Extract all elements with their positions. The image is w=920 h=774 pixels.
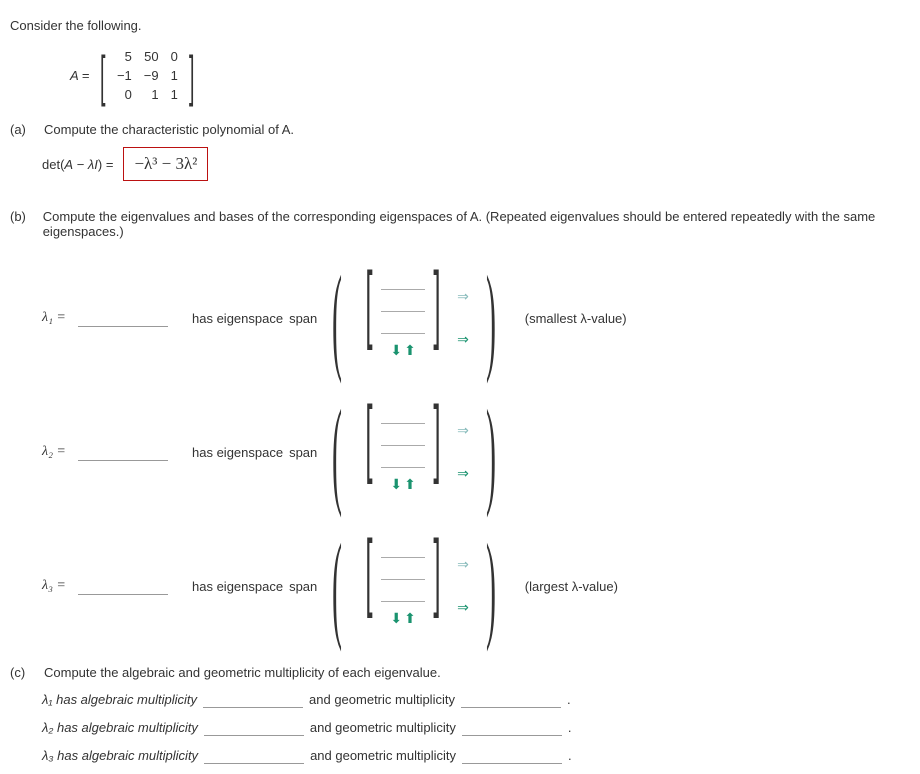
left-bracket-icon: [ — [100, 48, 105, 104]
eigenspace-span-3: ( [ ] ⬇ ⬆ ⇒ ⇒ — [317, 536, 510, 636]
lam2-alg-label: λ₂ has algebraic multiplicity — [42, 720, 198, 735]
left-bracket-icon: [ — [366, 268, 373, 338]
part-a-marker: (a) — [10, 122, 34, 137]
right-paren-icon: ) — [486, 536, 496, 636]
left-paren-icon: ( — [332, 402, 342, 502]
matrix-A: 5 50 0 −1 −9 1 0 1 1 — [111, 47, 184, 104]
matrix-definition: A = [ 5 50 0 −1 −9 1 0 1 1 ] — [70, 47, 910, 104]
period: . — [568, 720, 572, 735]
lambda2-label: λ₂ = — [42, 444, 78, 460]
lambda1-label: λ₁ = — [42, 310, 78, 326]
matrix-label: A = — [70, 68, 89, 83]
matrix-cell: 50 — [138, 47, 165, 66]
lam3-alg-label: λ₃ has algebraic multiplicity — [42, 748, 198, 763]
lam3-geo-input[interactable] — [462, 746, 562, 764]
right-bracket-icon: ] — [434, 402, 441, 472]
span-label: span — [289, 311, 317, 326]
left-paren-icon: ( — [332, 268, 342, 368]
arrow-right-icon[interactable]: ⇒ — [457, 331, 469, 348]
left-bracket-icon: [ — [366, 402, 373, 472]
smallest-label: (smallest λ-value) — [525, 311, 627, 326]
matrix-cell: −1 — [111, 66, 138, 85]
left-bracket-icon: [ — [366, 536, 373, 606]
largest-label: (largest λ-value) — [525, 579, 618, 594]
right-bracket-icon: ] — [434, 268, 441, 338]
eig2-vec-1[interactable] — [381, 406, 425, 424]
matrix-cell: 0 — [165, 47, 184, 66]
has-eigenspace-label: has eigenspace — [192, 445, 283, 460]
right-paren-icon: ) — [486, 402, 496, 502]
arrow-down-icon[interactable]: ⬇ — [390, 476, 402, 493]
lam3-alg-input[interactable] — [204, 746, 304, 764]
arrow-right-icon[interactable]: ⇒ — [457, 465, 469, 482]
and-geo-label: and geometric multiplicity — [310, 720, 456, 735]
det-label: det(A − λI) = — [42, 157, 113, 172]
lam1-alg-label: λ₁ has algebraic multiplicity — [42, 692, 197, 707]
eig1-vec-3[interactable] — [381, 316, 425, 334]
eigenspace-span-1: ( [ ] ⬇ ⬆ ⇒ ⇒ — [317, 268, 510, 368]
arrow-down-icon[interactable]: ⬇ — [390, 610, 402, 627]
has-eigenspace-label: has eigenspace — [192, 579, 283, 594]
part-a-text: Compute the characteristic polynomial of… — [44, 122, 294, 137]
arrow-up-icon[interactable]: ⬆ — [404, 610, 416, 627]
arrow-right-icon[interactable]: ⇒ — [457, 288, 469, 305]
lambda2-input[interactable] — [78, 443, 168, 461]
table-row: −1 −9 1 — [111, 66, 184, 85]
eigenspace-span-2: ( [ ] ⬇ ⬆ ⇒ ⇒ — [317, 402, 510, 502]
matrix-cell: −9 — [138, 66, 165, 85]
right-bracket-icon: ] — [189, 48, 194, 104]
prompt-intro: Consider the following. — [10, 18, 910, 33]
arrow-up-icon[interactable]: ⬆ — [404, 476, 416, 493]
eig2-vec-3[interactable] — [381, 450, 425, 468]
span-label: span — [289, 579, 317, 594]
arrow-right-icon[interactable]: ⇒ — [457, 422, 469, 439]
period: . — [567, 692, 571, 707]
lambda3-label: λ₃ = — [42, 578, 78, 594]
lambda1-input[interactable] — [78, 309, 168, 327]
eig3-vec-1[interactable] — [381, 540, 425, 558]
span-label: span — [289, 445, 317, 460]
eig3-vec-2[interactable] — [381, 562, 425, 580]
lam1-geo-input[interactable] — [461, 690, 561, 708]
part-c-marker: (c) — [10, 665, 34, 680]
matrix-cell: 5 — [111, 47, 138, 66]
right-paren-icon: ) — [486, 268, 496, 368]
left-paren-icon: ( — [332, 536, 342, 636]
and-geo-label: and geometric multiplicity — [310, 748, 456, 763]
matrix-cell: 1 — [165, 85, 184, 104]
arrow-down-icon[interactable]: ⬇ — [390, 342, 402, 359]
lambda3-input[interactable] — [78, 577, 168, 595]
has-eigenspace-label: has eigenspace — [192, 311, 283, 326]
and-geo-label: and geometric multiplicity — [309, 692, 455, 707]
eig2-vec-2[interactable] — [381, 428, 425, 446]
eig3-vec-3[interactable] — [381, 584, 425, 602]
arrow-up-icon[interactable]: ⬆ — [404, 342, 416, 359]
arrow-right-icon[interactable]: ⇒ — [457, 599, 469, 616]
lam2-alg-input[interactable] — [204, 718, 304, 736]
char-poly-answer: −λ³ − 3λ² — [123, 147, 208, 181]
period: . — [568, 748, 572, 763]
right-bracket-icon: ] — [434, 536, 441, 606]
part-b-marker: (b) — [10, 209, 33, 239]
lam2-geo-input[interactable] — [462, 718, 562, 736]
matrix-cell: 1 — [138, 85, 165, 104]
matrix-cell: 1 — [165, 66, 184, 85]
part-c-text: Compute the algebraic and geometric mult… — [44, 665, 441, 680]
arrow-right-icon[interactable]: ⇒ — [457, 556, 469, 573]
table-row: 0 1 1 — [111, 85, 184, 104]
eig1-vec-2[interactable] — [381, 294, 425, 312]
eig1-vec-1[interactable] — [381, 272, 425, 290]
table-row: 5 50 0 — [111, 47, 184, 66]
matrix-cell: 0 — [111, 85, 138, 104]
part-b-text: Compute the eigenvalues and bases of the… — [43, 209, 910, 239]
lam1-alg-input[interactable] — [203, 690, 303, 708]
